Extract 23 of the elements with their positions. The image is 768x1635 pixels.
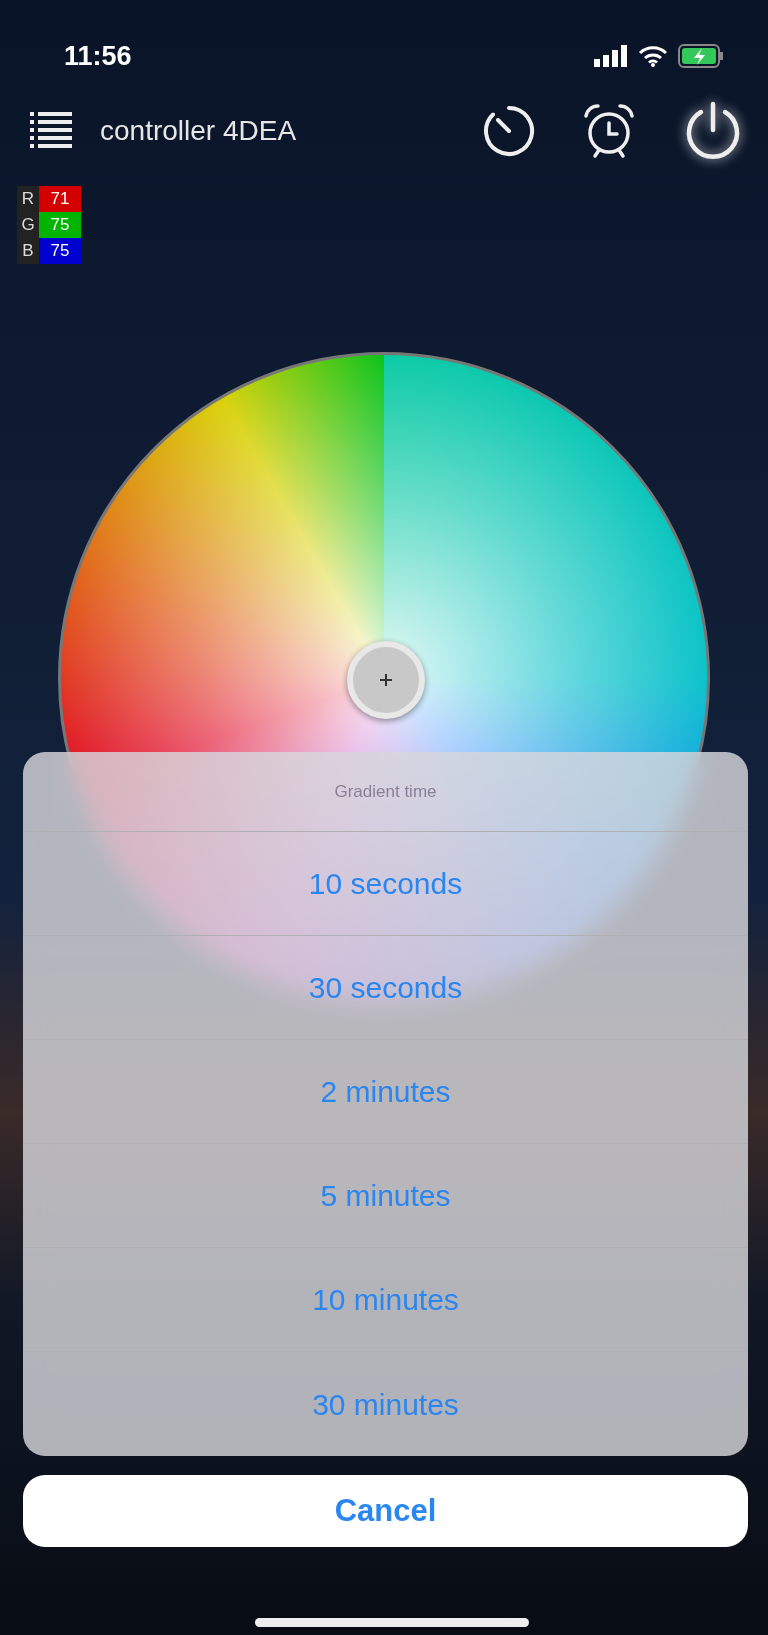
sheet-option[interactable]: 30 seconds bbox=[23, 936, 748, 1040]
timer-icon[interactable] bbox=[482, 104, 536, 158]
signal-icon bbox=[594, 45, 628, 67]
sheet-option[interactable]: 30 minutes bbox=[23, 1352, 748, 1456]
sheet-option[interactable]: 10 minutes bbox=[23, 1248, 748, 1352]
status-time: 11:56 bbox=[64, 39, 132, 73]
sheet-option[interactable]: 10 seconds bbox=[23, 832, 748, 936]
picker-handle[interactable] bbox=[347, 641, 425, 719]
device-title: controller 4DEA bbox=[100, 114, 297, 148]
sheet-title: Gradient time bbox=[334, 780, 437, 803]
sheet-option[interactable]: 2 minutes bbox=[23, 1040, 748, 1144]
channel-label: B bbox=[17, 238, 39, 264]
channel-value: 75 bbox=[39, 238, 81, 264]
channel-label: G bbox=[17, 212, 39, 238]
menu-icon[interactable] bbox=[30, 111, 72, 151]
sheet-option[interactable]: 5 minutes bbox=[23, 1144, 748, 1248]
channel-label: R bbox=[17, 186, 39, 212]
channel-value: 75 bbox=[39, 212, 81, 238]
crosshair-icon bbox=[380, 674, 392, 686]
channel-value: 71 bbox=[39, 186, 81, 212]
battery-icon bbox=[678, 44, 724, 68]
wifi-icon bbox=[638, 45, 668, 67]
cancel-button[interactable]: Cancel bbox=[23, 1475, 748, 1547]
